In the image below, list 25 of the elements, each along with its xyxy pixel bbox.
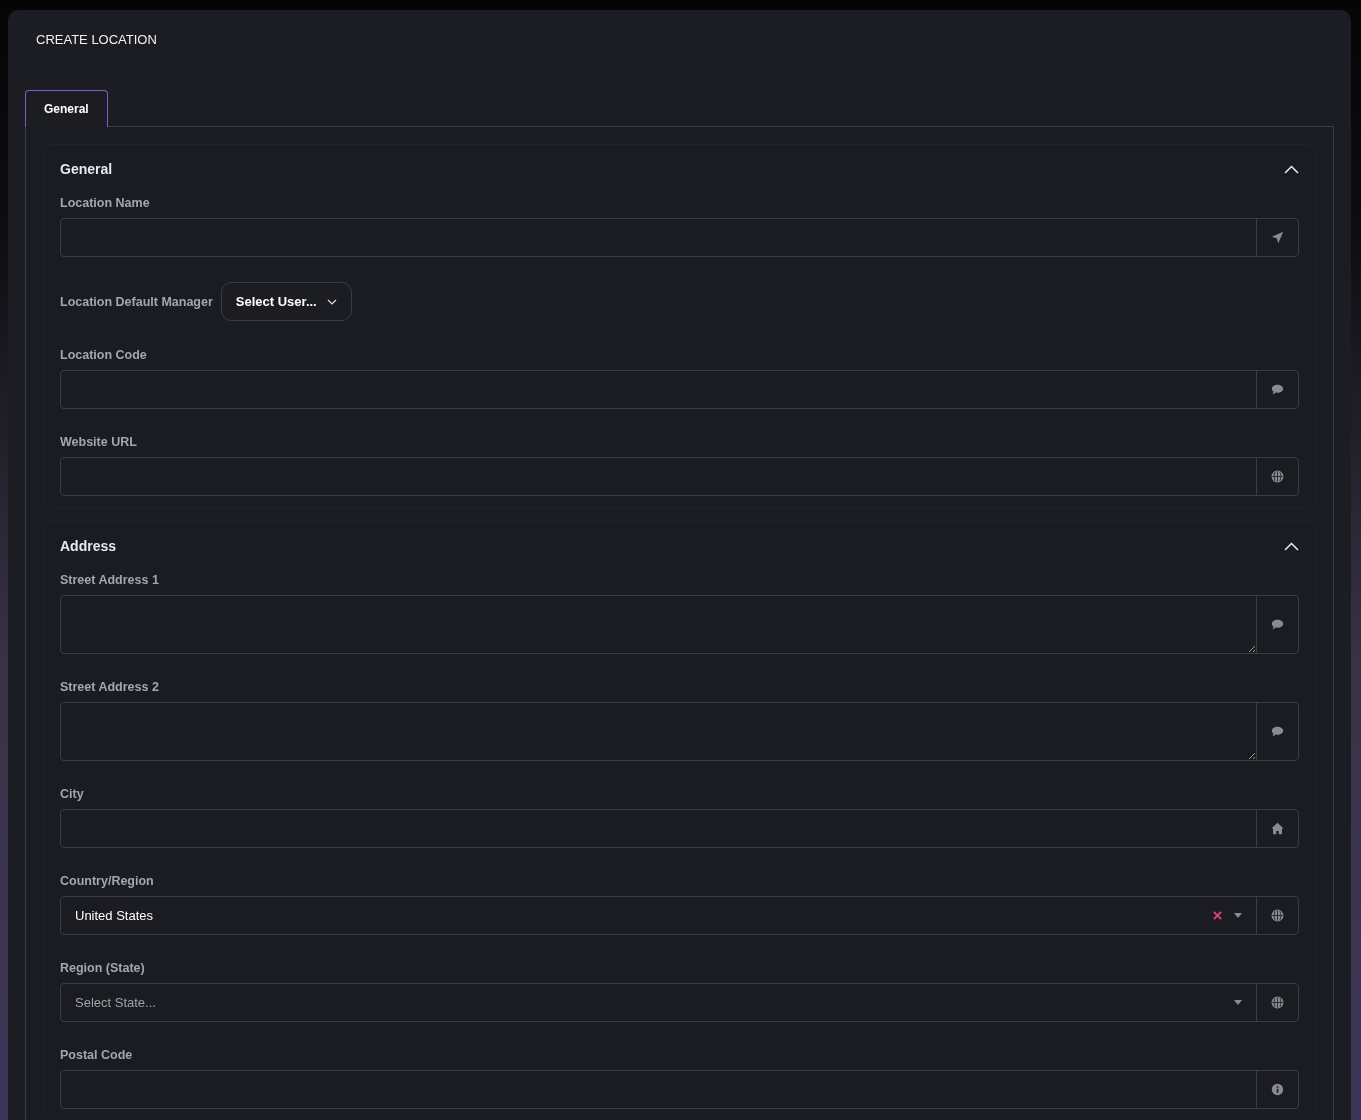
- tab[interactable]: General: [25, 90, 108, 127]
- field-label: Location Code: [60, 347, 148, 363]
- field-label: Street Address 1: [60, 572, 160, 588]
- comment-icon: [1271, 725, 1284, 738]
- chevron-up-icon[interactable]: [1284, 164, 1299, 174]
- comment-icon: [1271, 618, 1284, 631]
- field-label: City: [60, 786, 85, 802]
- field-label: Location Default Manager: [60, 293, 213, 310]
- field-label: Postal Code: [60, 1047, 134, 1063]
- section-title: General: [60, 161, 113, 177]
- home-icon: [1271, 822, 1284, 835]
- comment-icon: [1271, 383, 1284, 396]
- navigation-icon: [1271, 231, 1284, 244]
- user-select[interactable]: Select User...: [220, 282, 352, 321]
- field-label: Country/Region: [60, 873, 155, 889]
- field-label: Region (State): [60, 960, 146, 976]
- field-label: Website URL: [60, 434, 138, 450]
- globe-icon: [1271, 470, 1284, 483]
- chevron-down-icon: [326, 298, 337, 305]
- chevron-up-icon[interactable]: [1284, 541, 1299, 551]
- field-label: Location Name: [60, 195, 151, 211]
- info-icon: [1271, 1083, 1284, 1096]
- section-title: Address: [60, 538, 117, 554]
- field-label: Street Address 2: [60, 679, 160, 695]
- page-title: CREATE LOCATION: [36, 32, 158, 48]
